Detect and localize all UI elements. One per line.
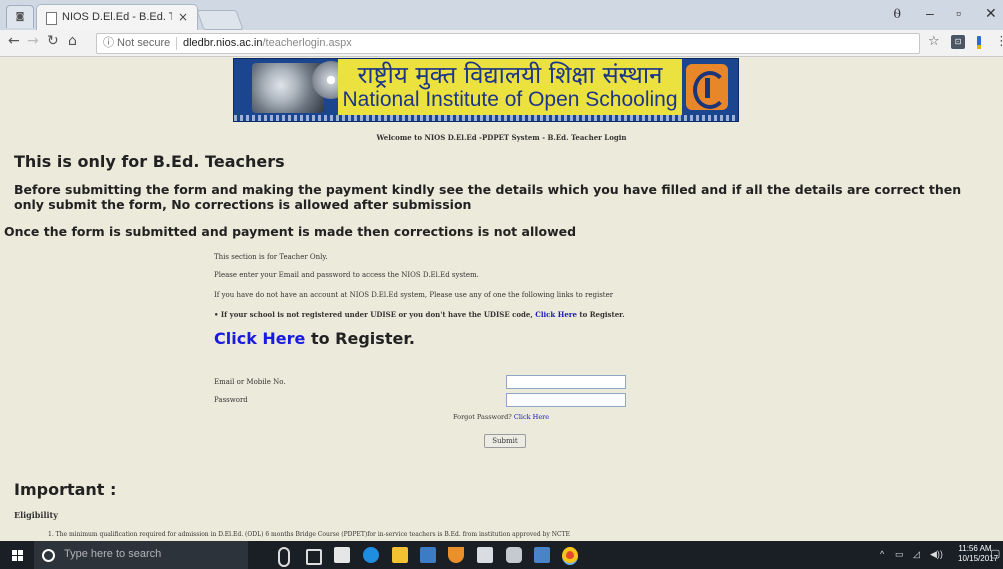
udise-notice: • If your school is not registered under…	[214, 310, 625, 319]
network-icon[interactable]: ◿	[913, 549, 920, 560]
eligibility-heading: Eligibility	[14, 510, 58, 520]
clock-time: 11:56 AM	[958, 544, 992, 553]
email-field[interactable]	[506, 375, 626, 389]
register-link[interactable]: Click Here	[214, 329, 305, 348]
nios-banner: राष्ट्रीय मुक्त विद्यालयी शिक्षा संस्थान…	[233, 58, 739, 122]
account-icon[interactable]: ⍬	[893, 5, 901, 22]
logo-bar	[705, 78, 710, 98]
window-close-icon[interactable]: ✕	[985, 5, 997, 22]
email-label: Email or Mobile No.	[214, 378, 286, 386]
menu-icon[interactable]: ⋮	[995, 34, 1003, 49]
tab-title: NIOS D.El.Ed - B.Ed. Tea	[62, 11, 172, 23]
udise-text: • If your school is not registered under…	[214, 310, 533, 319]
forward-arrow-icon[interactable]: →	[27, 33, 39, 49]
url-text: dledbr.nios.ac.in/teacherlogin.aspx	[183, 34, 352, 53]
tray-up-arrow-icon[interactable]: ^	[880, 549, 884, 559]
chrome-icon[interactable]	[562, 547, 578, 565]
section-info: This section is for Teacher Only.	[214, 253, 328, 261]
udise-register-link[interactable]: Click Here	[535, 310, 577, 319]
forgot-password-text: Forgot Password?	[453, 413, 512, 421]
app-icon-2[interactable]	[506, 547, 522, 563]
banner-english-title: National Institute of Open Schooling	[342, 88, 678, 111]
divider	[176, 37, 177, 50]
taskbar-search[interactable]: Type here to search	[34, 541, 248, 569]
banner-stripe	[234, 115, 738, 121]
login-instruction: Please enter your Email and password to …	[214, 271, 479, 279]
reload-icon[interactable]: ↻	[47, 33, 59, 49]
bookmark-star-icon[interactable]: ☆	[928, 34, 940, 49]
address-bar[interactable]: ⓘ Not secure dledbr.nios.ac.in/teacherlo…	[96, 33, 920, 54]
vlc-icon[interactable]	[448, 547, 464, 563]
back-arrow-icon[interactable]: ←	[8, 33, 20, 49]
important-heading: Important :	[14, 480, 117, 499]
home-icon[interactable]: ⌂	[68, 33, 77, 49]
corrections-notice: Once the form is submitted and payment i…	[4, 224, 577, 239]
forgot-password-link[interactable]: Click Here	[514, 413, 549, 421]
password-field[interactable]	[506, 393, 626, 407]
notification-icon[interactable]: ▢	[990, 547, 1000, 560]
edge-icon[interactable]	[363, 547, 379, 563]
security-indicator[interactable]: ⓘ Not secure	[103, 34, 170, 53]
minimize-icon[interactable]: –	[926, 5, 934, 21]
submit-button[interactable]: Submit	[484, 434, 526, 448]
browser-toolbar: ← → ↻ ⌂ ⓘ Not secure dledbr.nios.ac.in/t…	[0, 30, 1003, 57]
search-placeholder: Type here to search	[64, 548, 162, 560]
password-label: Password	[214, 396, 248, 404]
tab-close-icon[interactable]: ×	[178, 10, 188, 24]
page-icon	[46, 12, 57, 25]
app-icon-3[interactable]	[534, 547, 550, 563]
camera-icon[interactable]	[477, 547, 493, 563]
account-instruction: If you have do not have an account at NI…	[214, 291, 614, 299]
task-view-icon[interactable]	[306, 549, 322, 565]
app-icon[interactable]	[420, 547, 436, 563]
url-host: dledbr.nios.ac.in	[183, 37, 263, 49]
store-icon[interactable]	[334, 547, 350, 563]
tab-bar: ◙ NIOS D.El.Ed - B.Ed. Tea × ⍬ – ▫ ✕	[0, 0, 1003, 31]
banner-title-box: राष्ट्रीय मुक्त विद्यालयी शिक्षा संस्थान…	[338, 59, 682, 115]
clock-date: 10/15/2017	[958, 554, 999, 563]
battery-icon[interactable]: ▭	[895, 549, 904, 560]
submission-notice: Before submitting the form and making th…	[14, 182, 962, 212]
register-text: to Register.	[310, 329, 415, 348]
taskbar-clock[interactable]: 11:56 AM 10/15/2017	[958, 544, 999, 564]
cortana-icon	[42, 549, 55, 562]
microphone-icon[interactable]	[278, 547, 290, 567]
extension-icon-2-dot	[977, 45, 981, 49]
nios-logo	[686, 64, 728, 110]
register-heading: Click Here to Register.	[214, 329, 415, 348]
windows-start-icon[interactable]	[12, 550, 23, 561]
url-path: /teacherlogin.aspx	[262, 37, 352, 49]
volume-icon[interactable]: ◀))	[930, 549, 943, 560]
eligibility-point: 1. The minimum qualification required fo…	[48, 531, 570, 538]
profile-tab-icon[interactable]: ◙	[6, 5, 34, 28]
maximize-icon[interactable]: ▫	[956, 5, 961, 21]
browser-tab[interactable]: NIOS D.El.Ed - B.Ed. Tea ×	[36, 4, 198, 31]
windows-taskbar: Type here to search ^ ▭ ◿ ◀)) 11:56 AM 1…	[0, 541, 1003, 569]
welcome-text: Welcome to NIOS D.El.Ed -PDPET System - …	[376, 133, 627, 142]
file-explorer-icon[interactable]	[392, 547, 408, 563]
logo-ring	[693, 71, 727, 109]
extension-icon[interactable]: ⊡	[951, 35, 965, 49]
new-tab-button[interactable]	[196, 10, 244, 30]
page-heading: This is only for B.Ed. Teachers	[14, 152, 285, 171]
udise-text-after: to Register.	[579, 310, 625, 319]
forgot-password: Forgot Password? Click Here	[453, 413, 549, 421]
